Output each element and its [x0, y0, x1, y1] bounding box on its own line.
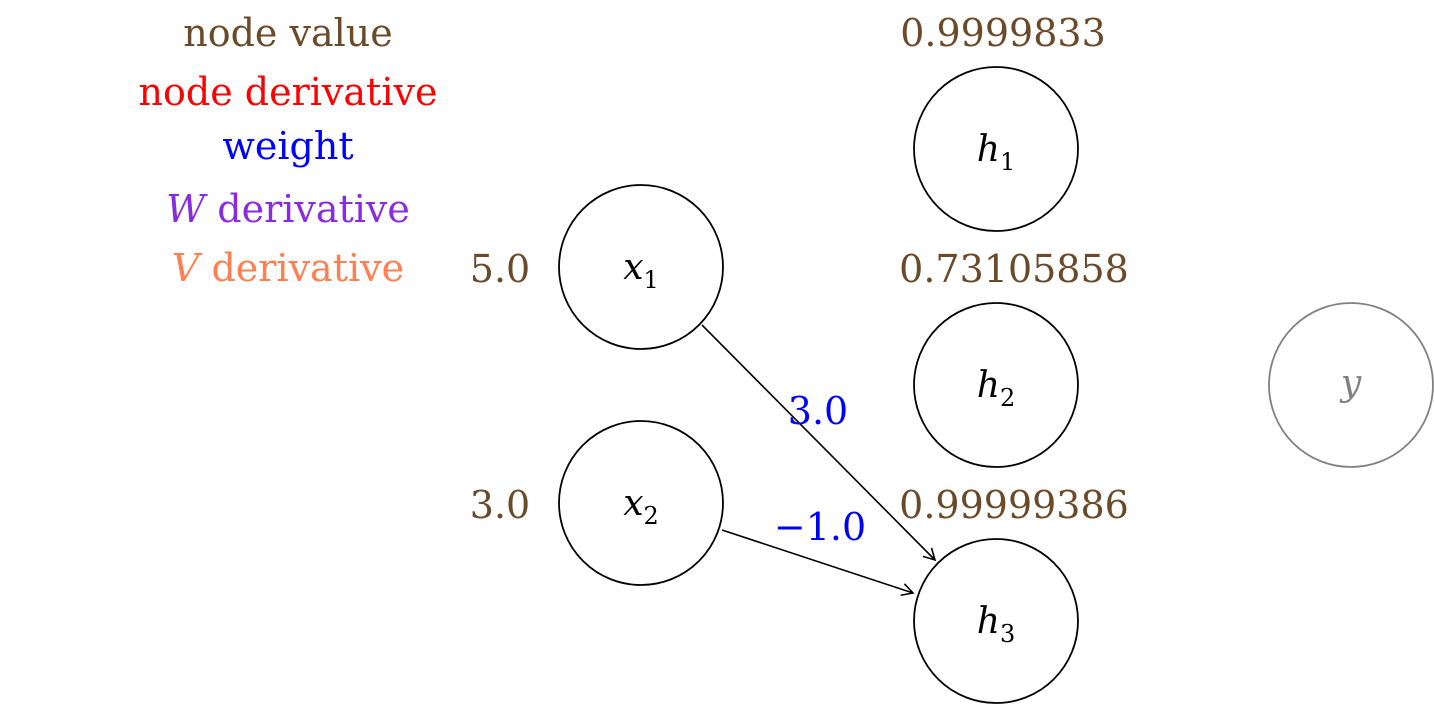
legend-weight: weight — [222, 124, 353, 168]
legend-node-value: node value — [183, 11, 392, 55]
legend-w-derivative: W derivative — [166, 187, 410, 231]
hidden-value-h1: 0.9999833 — [900, 11, 1106, 55]
node-label: h2 — [977, 365, 1015, 412]
legend: node value node derivative weight W deri… — [139, 11, 438, 290]
edges: 3.0 −1.0 — [701, 324, 937, 597]
node-label: x1 — [623, 247, 659, 294]
hidden-value-h2: 0.73105858 — [899, 247, 1129, 291]
hidden-node-h2: h2 — [913, 302, 1079, 468]
output-node-y: y — [1268, 302, 1434, 468]
weight-label-x1-h3: 3.0 — [788, 389, 848, 433]
hidden-node-h1: h1 — [913, 66, 1079, 232]
node-label: h3 — [977, 601, 1015, 648]
node-label: h1 — [977, 129, 1015, 176]
legend-node-derivative: node derivative — [139, 70, 438, 114]
input-value-x1: 5.0 — [470, 247, 530, 291]
hidden-node-h3: h3 — [913, 538, 1079, 704]
hidden-value-h3: 0.99999386 — [899, 483, 1129, 527]
legend-v-derivative: V derivative — [172, 246, 404, 290]
input-value-x2: 3.0 — [470, 483, 530, 527]
node-label: x2 — [623, 483, 659, 530]
network-diagram: node value node derivative weight W deri… — [139, 11, 1434, 704]
node-label: y — [1339, 363, 1362, 404]
input-node-x1: x1 — [558, 184, 724, 350]
input-node-x2: x2 — [558, 420, 724, 586]
weight-label-x2-h3: −1.0 — [774, 505, 866, 549]
